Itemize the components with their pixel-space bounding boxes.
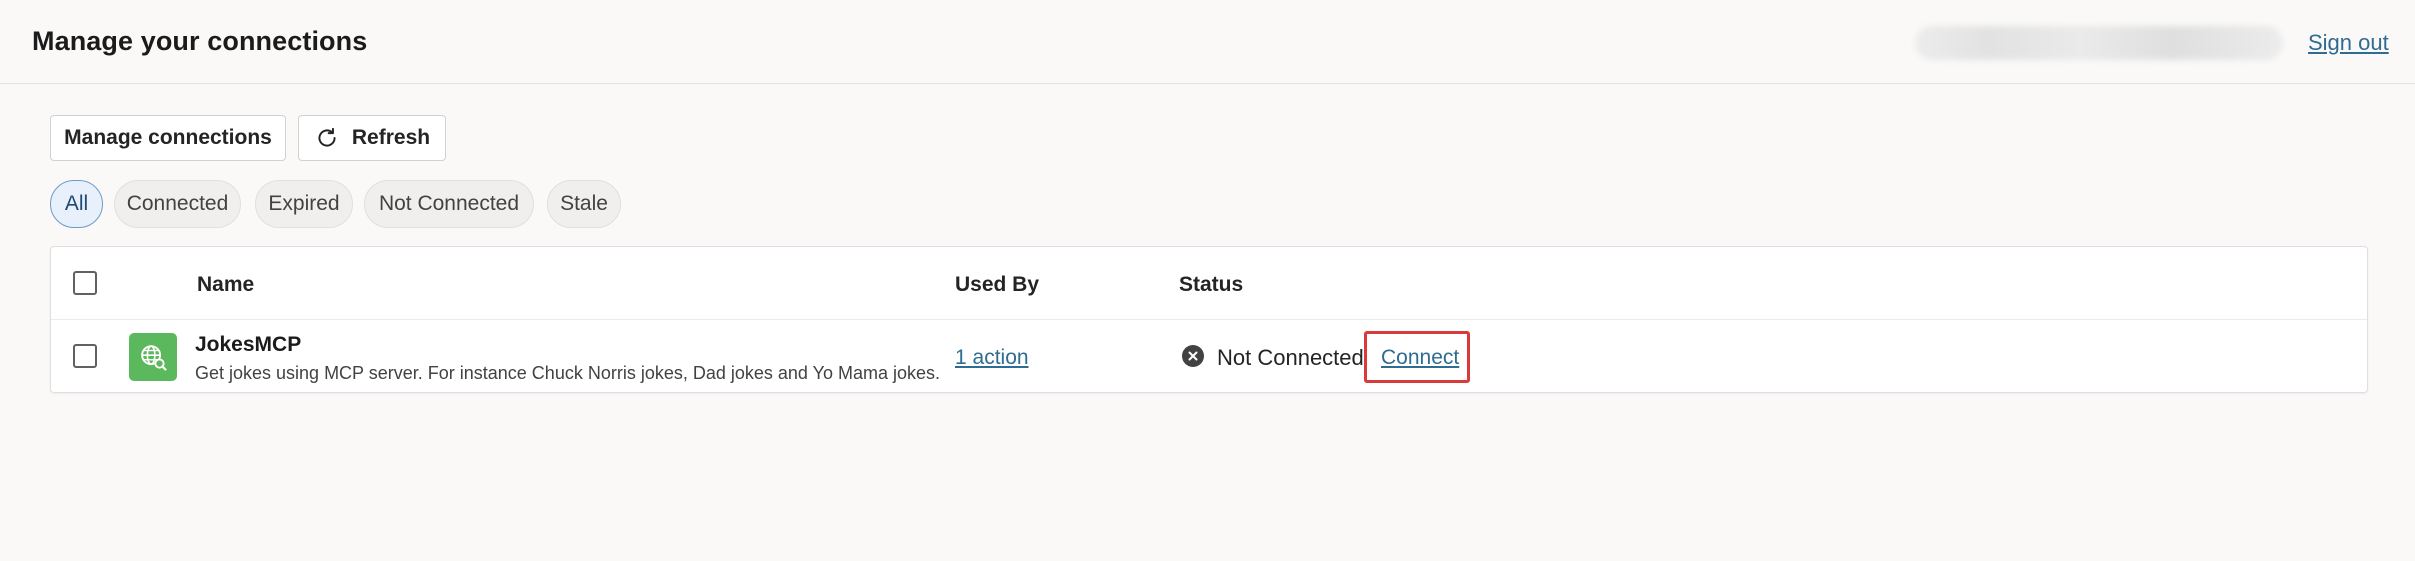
connections-table: Name Used By Status JokesMCP Get jokes u… [50, 246, 2368, 393]
row-select-checkbox[interactable] [73, 344, 97, 368]
filter-stale[interactable]: Stale [547, 180, 621, 228]
filter-all[interactable]: All [50, 180, 103, 228]
connect-link[interactable]: Connect [1381, 346, 1459, 370]
filter-expired[interactable]: Expired [255, 180, 353, 228]
globe-search-icon [129, 333, 177, 381]
refresh-label: Refresh [351, 126, 431, 149]
refresh-button[interactable]: Refresh [298, 115, 446, 161]
column-header-name: Name [197, 273, 255, 296]
filter-not-connected[interactable]: Not Connected [364, 180, 534, 228]
filter-connected[interactable]: Connected [114, 180, 241, 228]
row-divider [51, 319, 2367, 320]
page-header: Manage your connections Sign out [0, 0, 2415, 84]
column-header-status: Status [1179, 273, 1244, 296]
close-circle-icon [1182, 345, 1204, 367]
status-text: Not Connected [1217, 345, 1364, 370]
sign-out-link[interactable]: Sign out [2308, 30, 2389, 56]
page-title: Manage your connections [32, 26, 368, 56]
column-header-used-by: Used By [955, 273, 1040, 296]
user-account-blurred [1915, 26, 2283, 60]
used-by-link[interactable]: 1 action [955, 346, 1029, 370]
refresh-icon [314, 125, 340, 151]
manage-connections-button[interactable]: Manage connections [50, 115, 286, 161]
connection-name: JokesMCP [195, 333, 302, 356]
connection-description: Get jokes using MCP server. For instance… [195, 363, 940, 383]
select-all-checkbox[interactable] [73, 271, 97, 295]
